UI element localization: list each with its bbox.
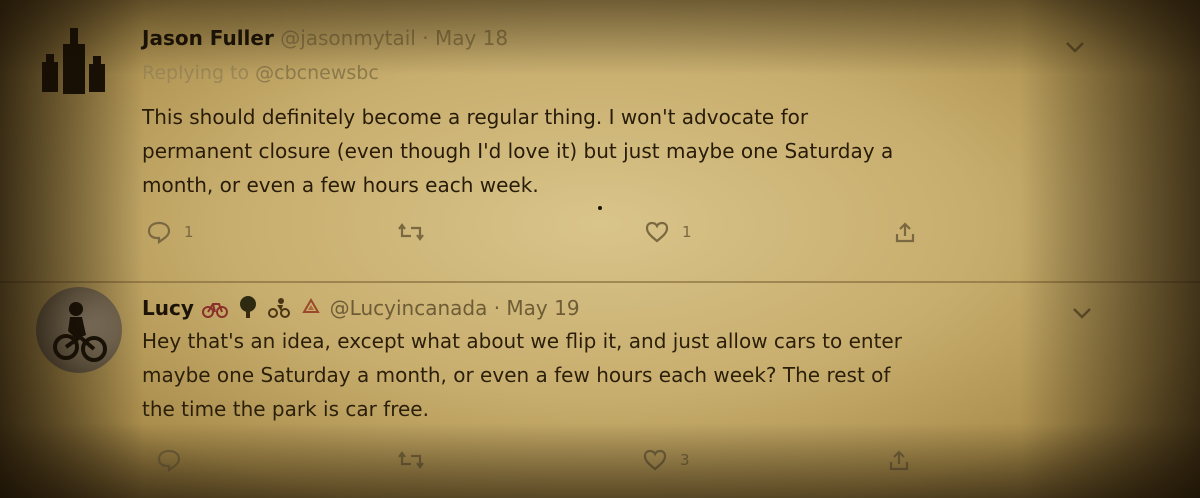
retweet-button[interactable] xyxy=(396,448,438,472)
share-button[interactable] xyxy=(886,448,912,474)
author-handle[interactable]: @Lucyincanada xyxy=(330,296,488,320)
like-button[interactable]: 3 xyxy=(642,448,690,472)
reply-button[interactable] xyxy=(156,448,194,472)
tweet-actions: 3 xyxy=(0,448,1200,482)
twitter-reply-thread: Jason Fuller @jasonmytail · May 18 Reply… xyxy=(0,0,1200,498)
bicycle-emoji xyxy=(202,299,229,324)
tweet-header: Lucy @Lucyincanada · May 19 xyxy=(142,295,580,324)
tweet-text: Hey that's an idea, except what about we… xyxy=(142,324,1082,426)
recycle-emoji xyxy=(299,297,323,324)
tweet-date[interactable]: May 19 xyxy=(506,296,579,320)
cyclist-emoji xyxy=(267,297,291,324)
tweet-text-line: Hey that's an idea, except what about we… xyxy=(142,329,902,353)
chevron-down-icon[interactable] xyxy=(1071,306,1093,320)
like-count: 3 xyxy=(680,451,690,469)
heart-icon xyxy=(643,449,667,471)
retweet-icon xyxy=(398,451,424,469)
speech-bubble-icon xyxy=(157,449,181,472)
tweet-lucy-content: Lucy @Lucyincanada · May 19 Hey that's a… xyxy=(0,0,1200,498)
header-separator: · xyxy=(493,296,501,320)
author-name[interactable]: Lucy xyxy=(142,296,194,320)
tweet-text-line: maybe one Saturday a month, or even a fe… xyxy=(142,363,891,387)
share-icon xyxy=(889,450,909,471)
tree-emoji xyxy=(237,295,259,324)
tweet-text-line: the time the park is car free. xyxy=(142,397,429,421)
